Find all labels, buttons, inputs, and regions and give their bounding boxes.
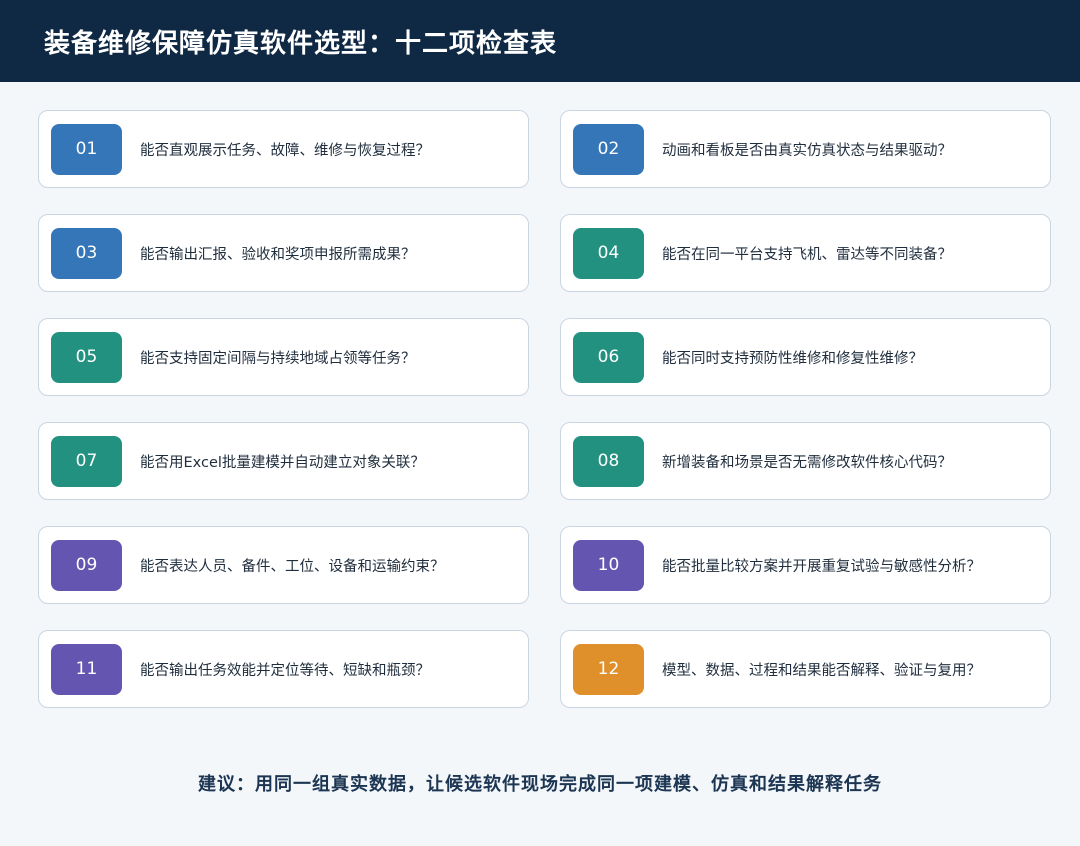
item-question: 模型、数据、过程和结果能否解释、验证与复用？ (662, 662, 981, 679)
checklist-item: 09 能否表达人员、备件、工位、设备和运输约束？ (38, 526, 529, 604)
item-question: 动画和看板是否由真实仿真状态与结果驱动？ (662, 142, 952, 159)
checklist-item: 04 能否在同一平台支持飞机、雷达等不同装备？ (560, 214, 1051, 292)
item-number-badge: 04 (573, 227, 644, 279)
checklist-item: 03 能否输出汇报、验收和奖项申报所需成果？ (38, 214, 529, 292)
checklist-item: 12 模型、数据、过程和结果能否解释、验证与复用？ (560, 630, 1051, 708)
item-number-badge: 11 (51, 643, 122, 695)
item-number-badge: 01 (51, 123, 122, 175)
checklist-item: 11 能否输出任务效能并定位等待、短缺和瓶颈？ (38, 630, 529, 708)
item-question: 能否支持固定间隔与持续地域占领等任务？ (140, 350, 416, 367)
item-question: 能否输出汇报、验收和奖项申报所需成果？ (140, 246, 416, 263)
item-question: 能否直观展示任务、故障、维修与恢复过程？ (140, 142, 430, 159)
item-question: 能否用Excel批量建模并自动建立对象关联？ (140, 454, 425, 471)
checklist-item: 02 动画和看板是否由真实仿真状态与结果驱动？ (560, 110, 1051, 188)
item-number-badge: 03 (51, 227, 122, 279)
recommendation-text: 建议：用同一组真实数据，让候选软件现场完成同一项建模、仿真和结果解释任务 (198, 774, 882, 795)
item-question: 能否同时支持预防性维修和修复性维修？ (662, 350, 923, 367)
item-number-badge: 12 (573, 643, 644, 695)
checklist-item: 05 能否支持固定间隔与持续地域占领等任务？ (38, 318, 529, 396)
item-number-badge: 08 (573, 435, 644, 487)
item-question: 能否在同一平台支持飞机、雷达等不同装备？ (662, 246, 952, 263)
checklist-item: 01 能否直观展示任务、故障、维修与恢复过程？ (38, 110, 529, 188)
header-bar: 装备维修保障仿真软件选型：十二项检查表 (0, 0, 1080, 82)
checklist-item: 08 新增装备和场景是否无需修改软件核心代码？ (560, 422, 1051, 500)
item-question: 能否表达人员、备件、工位、设备和运输约束？ (140, 558, 445, 575)
checklist-item: 07 能否用Excel批量建模并自动建立对象关联？ (38, 422, 529, 500)
item-number-badge: 07 (51, 435, 122, 487)
checklist-item: 06 能否同时支持预防性维修和修复性维修？ (560, 318, 1051, 396)
item-question: 能否输出任务效能并定位等待、短缺和瓶颈？ (140, 662, 430, 679)
item-question: 新增装备和场景是否无需修改软件核心代码？ (662, 454, 952, 471)
item-number-badge: 05 (51, 331, 122, 383)
page-title: 装备维修保障仿真软件选型：十二项检查表 (44, 28, 558, 59)
checklist-grid: 01 能否直观展示任务、故障、维修与恢复过程？ 02 动画和看板是否由真实仿真状… (38, 110, 1051, 708)
item-number-badge: 06 (573, 331, 644, 383)
item-question: 能否批量比较方案并开展重复试验与敏感性分析？ (662, 558, 981, 575)
item-number-badge: 09 (51, 539, 122, 591)
checklist-item: 10 能否批量比较方案并开展重复试验与敏感性分析？ (560, 526, 1051, 604)
item-number-badge: 02 (573, 123, 644, 175)
item-number-badge: 10 (573, 539, 644, 591)
